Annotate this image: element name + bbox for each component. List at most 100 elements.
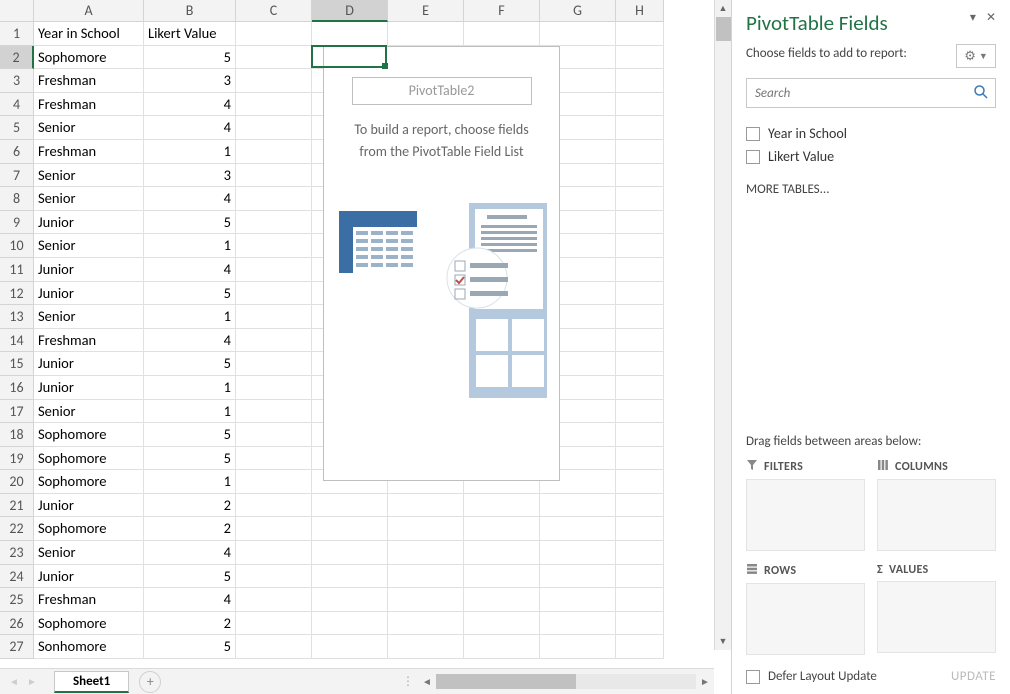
cell-H19[interactable] xyxy=(616,447,664,471)
row-header-23[interactable]: 23 xyxy=(0,541,34,565)
cell-A24[interactable]: Junior xyxy=(34,565,144,589)
cell-H7[interactable] xyxy=(616,164,664,188)
panel-layout-button[interactable]: ⚙ ▼ xyxy=(956,44,996,68)
cell-D1[interactable] xyxy=(312,22,388,46)
cell-C9[interactable] xyxy=(236,211,312,235)
cell-C23[interactable] xyxy=(236,541,312,565)
row-header-22[interactable]: 22 xyxy=(0,517,34,541)
scroll-down-arrow[interactable]: ▼ xyxy=(715,633,731,650)
cell-C25[interactable] xyxy=(236,588,312,612)
cell-H26[interactable] xyxy=(616,612,664,636)
column-header-E[interactable]: E xyxy=(388,0,464,22)
row-header-17[interactable]: 17 xyxy=(0,400,34,424)
rows-dropzone[interactable] xyxy=(746,583,865,655)
cell-B8[interactable]: 4 xyxy=(144,187,236,211)
row-header-8[interactable]: 8 xyxy=(0,187,34,211)
cell-B22[interactable]: 2 xyxy=(144,517,236,541)
cell-B12[interactable]: 5 xyxy=(144,282,236,306)
cell-B11[interactable]: 4 xyxy=(144,258,236,282)
row-header-1[interactable]: 1 xyxy=(0,22,34,46)
cell-C26[interactable] xyxy=(236,612,312,636)
hscroll-right[interactable]: ► xyxy=(696,675,714,688)
row-header-6[interactable]: 6 xyxy=(0,140,34,164)
cell-B10[interactable]: 1 xyxy=(144,234,236,258)
cell-C22[interactable] xyxy=(236,517,312,541)
cell-F25[interactable] xyxy=(464,588,540,612)
cell-A15[interactable]: Junior xyxy=(34,352,144,376)
cell-E22[interactable] xyxy=(388,517,464,541)
new-sheet-button[interactable]: + xyxy=(139,671,161,693)
cell-G1[interactable] xyxy=(540,22,616,46)
cell-A2[interactable]: Sophomore xyxy=(34,46,144,70)
cell-F21[interactable] xyxy=(464,494,540,518)
field-item[interactable]: Year in School xyxy=(746,122,996,145)
pivottable-placeholder[interactable]: PivotTable2 To build a report, choose fi… xyxy=(323,46,560,481)
cell-H22[interactable] xyxy=(616,517,664,541)
cell-A4[interactable]: Freshman xyxy=(34,93,144,117)
tab-split-handle[interactable]: ⋮ xyxy=(402,674,414,689)
tab-nav-last[interactable]: ► xyxy=(24,674,40,690)
row-header-13[interactable]: 13 xyxy=(0,305,34,329)
cell-C10[interactable] xyxy=(236,234,312,258)
cell-H16[interactable] xyxy=(616,376,664,400)
cell-E24[interactable] xyxy=(388,565,464,589)
cell-F22[interactable] xyxy=(464,517,540,541)
cell-E26[interactable] xyxy=(388,612,464,636)
cell-G25[interactable] xyxy=(540,588,616,612)
cell-C20[interactable] xyxy=(236,470,312,494)
column-header-B[interactable]: B xyxy=(144,0,236,22)
cell-A14[interactable]: Freshman xyxy=(34,329,144,353)
cell-A9[interactable]: Junior xyxy=(34,211,144,235)
row-header-15[interactable]: 15 xyxy=(0,352,34,376)
cell-H20[interactable] xyxy=(616,470,664,494)
horizontal-scrollbar[interactable] xyxy=(436,674,696,689)
cell-H6[interactable] xyxy=(616,140,664,164)
row-header-19[interactable]: 19 xyxy=(0,447,34,471)
cell-A10[interactable]: Senior xyxy=(34,234,144,258)
cell-H10[interactable] xyxy=(616,234,664,258)
column-header-A[interactable]: A xyxy=(34,0,144,22)
row-header-7[interactable]: 7 xyxy=(0,164,34,188)
cell-A27[interactable]: Sonhomore xyxy=(34,635,144,659)
cell-B4[interactable]: 4 xyxy=(144,93,236,117)
cell-H1[interactable] xyxy=(616,22,664,46)
cell-C19[interactable] xyxy=(236,447,312,471)
more-tables-link[interactable]: MORE TABLES... xyxy=(746,182,996,197)
cell-H2[interactable] xyxy=(616,46,664,70)
cell-A1[interactable]: Year in School xyxy=(34,22,144,46)
cell-H3[interactable] xyxy=(616,69,664,93)
cell-A3[interactable]: Freshman xyxy=(34,69,144,93)
cell-B1[interactable]: Likert Value xyxy=(144,22,236,46)
cell-D22[interactable] xyxy=(312,517,388,541)
cell-H11[interactable] xyxy=(616,258,664,282)
cell-A23[interactable]: Senior xyxy=(34,541,144,565)
cell-B14[interactable]: 4 xyxy=(144,329,236,353)
cell-D23[interactable] xyxy=(312,541,388,565)
rows-area[interactable]: ROWS xyxy=(746,563,865,655)
cell-F23[interactable] xyxy=(464,541,540,565)
cell-G24[interactable] xyxy=(540,565,616,589)
cell-H24[interactable] xyxy=(616,565,664,589)
cell-E1[interactable] xyxy=(388,22,464,46)
cell-C4[interactable] xyxy=(236,93,312,117)
cell-A19[interactable]: Sophomore xyxy=(34,447,144,471)
cell-B7[interactable]: 3 xyxy=(144,164,236,188)
cell-C12[interactable] xyxy=(236,282,312,306)
values-area[interactable]: ΣVALUES xyxy=(877,563,996,655)
tab-nav-first[interactable]: ◄ xyxy=(6,674,22,690)
cell-H18[interactable] xyxy=(616,423,664,447)
row-header-18[interactable]: 18 xyxy=(0,423,34,447)
cell-A17[interactable]: Senior xyxy=(34,400,144,424)
cell-H25[interactable] xyxy=(616,588,664,612)
cell-B6[interactable]: 1 xyxy=(144,140,236,164)
row-header-11[interactable]: 11 xyxy=(0,258,34,282)
row-header-27[interactable]: 27 xyxy=(0,635,34,659)
row-header-9[interactable]: 9 xyxy=(0,211,34,235)
row-header-16[interactable]: 16 xyxy=(0,376,34,400)
sheet-tab-active[interactable]: Sheet1 xyxy=(54,671,129,693)
row-header-14[interactable]: 14 xyxy=(0,329,34,353)
cell-G26[interactable] xyxy=(540,612,616,636)
cell-B15[interactable]: 5 xyxy=(144,352,236,376)
cell-F24[interactable] xyxy=(464,565,540,589)
columns-dropzone[interactable] xyxy=(877,479,996,551)
